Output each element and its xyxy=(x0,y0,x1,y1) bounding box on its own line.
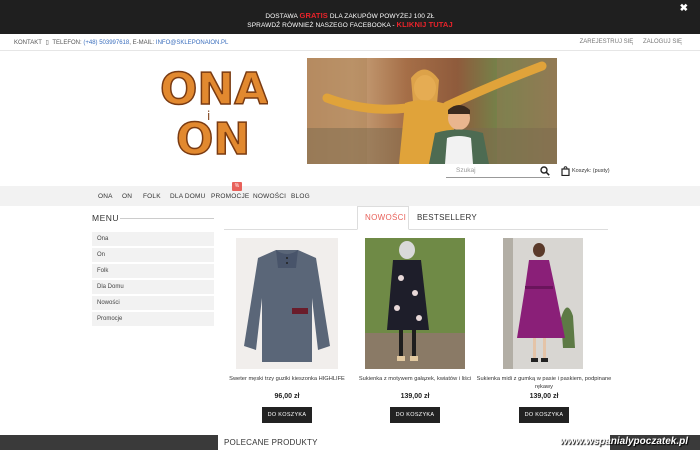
featured-products-title: POLECANE PRODUKTY xyxy=(224,438,318,447)
cart-label[interactable]: Koszyk: (pusty) xyxy=(572,168,610,174)
email-link[interactable]: INFO@SKLEPONAION.PL xyxy=(156,40,228,46)
sidebar-item-ona[interactable]: Ona xyxy=(92,232,214,246)
logo-on: ON xyxy=(176,114,250,162)
promo-gratis: GRATIS xyxy=(299,11,328,20)
sidebar-divider xyxy=(120,218,214,219)
add-to-cart-button[interactable]: DO KOSZYKA xyxy=(519,407,569,423)
promo-text: DLA ZAKUPÓW POWYŻEJ 100 ZŁ xyxy=(329,13,435,20)
promo-badge: % xyxy=(232,182,242,191)
login-link[interactable]: ZALOGUJ SIĘ xyxy=(643,39,682,45)
search-icon[interactable] xyxy=(540,166,550,176)
sidebar-item-promocje[interactable]: Promocje xyxy=(92,312,214,326)
sidebar-item-dla-domu[interactable]: Dla Domu xyxy=(92,280,214,294)
register-link[interactable]: ZAREJESTRUJ SIĘ xyxy=(580,39,634,45)
add-to-cart-button[interactable]: DO KOSZYKA xyxy=(262,407,312,423)
watermark: www.wspanialypoczatek.pl xyxy=(560,436,688,447)
promo-line-2: SPRAWDŹ RÓWNIEŻ NASZEGO FACEBOOKA - KLIK… xyxy=(0,20,700,29)
product-image[interactable] xyxy=(365,238,465,369)
contact-info: KONTAKT ▯ TELEFON: (+48) 503997618, E-MA… xyxy=(14,40,229,46)
cart-icon[interactable] xyxy=(561,166,570,176)
close-icon[interactable]: ✖ xyxy=(680,3,688,14)
hero-image xyxy=(307,58,557,164)
email-label: E-MAIL: xyxy=(132,40,155,46)
promo-text: SPRAWDŹ RÓWNIEŻ NASZEGO FACEBOOKA - xyxy=(247,22,395,29)
search-input[interactable]: Szukaj xyxy=(446,166,550,178)
nav-item-folk[interactable]: FOLK xyxy=(143,193,161,200)
phone-icon: ▯ xyxy=(45,40,49,46)
contact-link[interactable]: KONTAKT xyxy=(14,40,42,46)
sweater-image xyxy=(236,238,338,369)
product-price: 139,00 zł xyxy=(400,393,430,400)
add-to-cart-button[interactable]: DO KOSZYKA xyxy=(390,407,440,423)
shop-logo[interactable]: ONA i ON xyxy=(158,62,268,162)
floral-dress-image xyxy=(365,238,465,369)
nav-item-blog[interactable]: BLOG xyxy=(291,193,310,200)
promo-text: DOSTAWA xyxy=(265,13,298,20)
product-name[interactable]: Sweter męski trzy guziki kieszonka HIGHL… xyxy=(219,375,355,383)
nav-item-on[interactable]: ON xyxy=(122,193,132,200)
account-links: ZAREJESTRUJ SIĘ ZALOGUJ SIĘ xyxy=(572,39,682,45)
nav-item-ona[interactable]: ONA xyxy=(98,193,113,200)
sidebar-item-nowosci[interactable]: Nowości xyxy=(92,296,214,310)
tab-bestsellery[interactable]: BESTSELLERY xyxy=(417,213,477,222)
contact-bar: KONTAKT ▯ TELEFON: (+48) 503997618, E-MA… xyxy=(0,34,700,51)
nav-item-nowosci[interactable]: NOWOŚCI xyxy=(253,193,286,200)
tab-nowosci-label[interactable]: NOWOŚCI xyxy=(365,213,406,222)
phone-label: TELEFON: xyxy=(52,40,82,46)
product-price: 96,00 zł xyxy=(274,393,300,400)
product-image[interactable] xyxy=(236,238,338,369)
sidebar-item-on[interactable]: On xyxy=(92,248,214,262)
promo-bar: DOSTAWA GRATIS DLA ZAKUPÓW POWYŻEJ 100 Z… xyxy=(0,0,700,34)
sidebar-title: MENU xyxy=(92,213,120,223)
hero-banner[interactable] xyxy=(307,58,557,164)
purple-dress-image xyxy=(503,238,583,369)
logo-ona: ONA xyxy=(160,64,268,115)
phone-value[interactable]: (+48) 503997618 xyxy=(83,40,129,46)
product-price: 139,00 zł xyxy=(529,393,559,400)
sidebar-item-folk[interactable]: Folk xyxy=(92,264,214,278)
facebook-link[interactable]: KLIKNIJ TUTAJ xyxy=(397,20,453,29)
promo-line-1: DOSTAWA GRATIS DLA ZAKUPÓW POWYŻEJ 100 Z… xyxy=(0,11,700,20)
product-name[interactable]: Sukienka midi z gumką w pasie i paskiem,… xyxy=(476,375,612,391)
nav-item-promocje[interactable]: PROMOCJE xyxy=(211,193,249,200)
nav-item-dla-domu[interactable]: DLA DOMU xyxy=(170,193,206,200)
product-image[interactable] xyxy=(503,238,583,369)
product-name[interactable]: Sukienka z motywem gałązek, kwiatów i li… xyxy=(347,375,483,383)
tab-divider xyxy=(224,229,608,230)
